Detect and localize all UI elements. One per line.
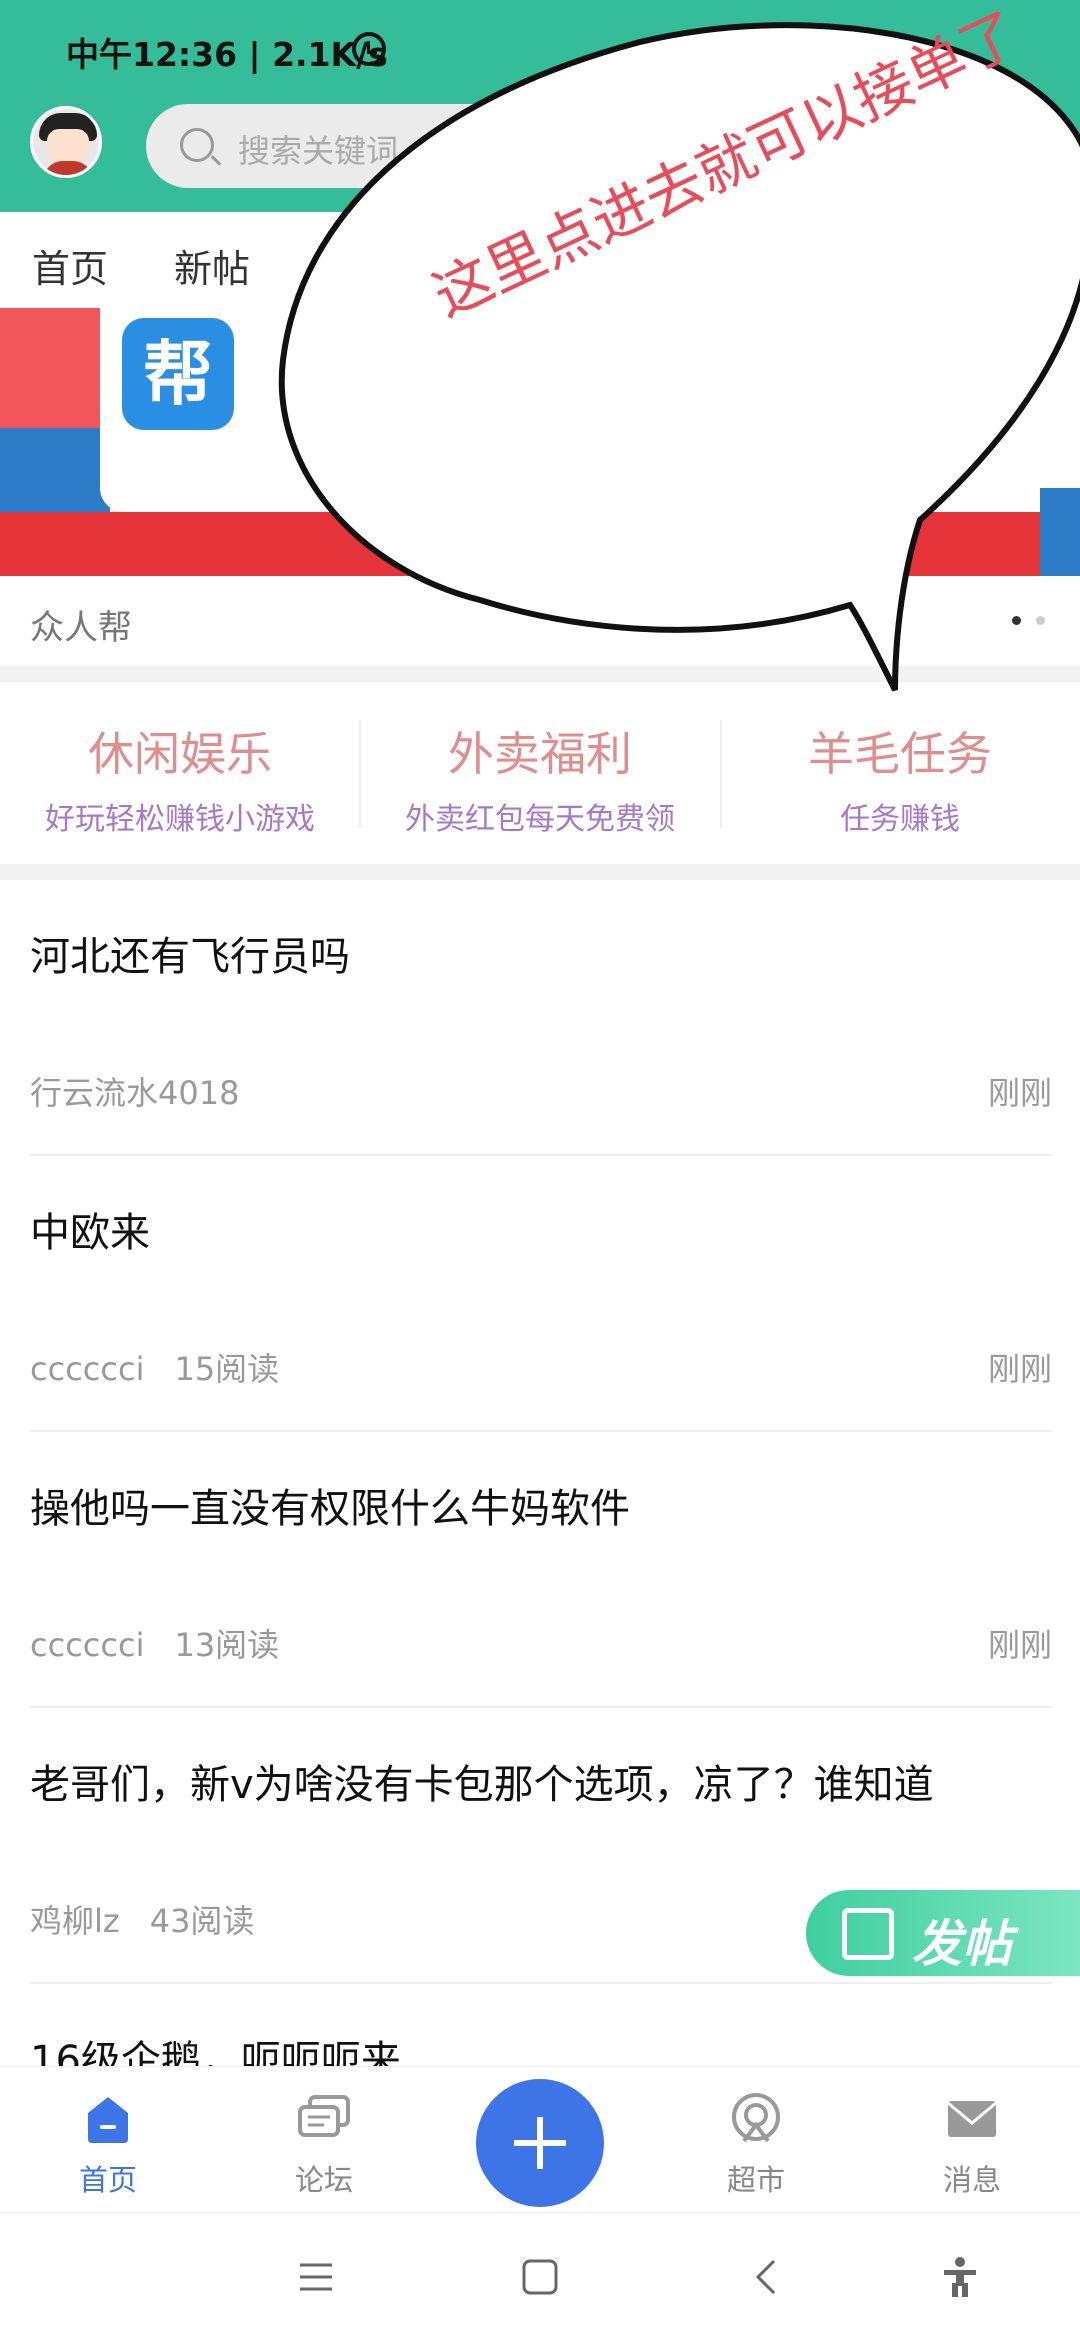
post-time: 刚刚 — [987, 1350, 1052, 1388]
search-icon — [180, 128, 214, 162]
tab-partial[interactable]: 下 — [318, 238, 356, 293]
menu-icon[interactable] — [292, 2253, 340, 2301]
app-logo: 帮 — [122, 318, 234, 430]
list-item[interactable]: 中欧来 cccccci 15阅读 刚刚 — [30, 1156, 1052, 1432]
post-author: 行云流水4018 — [30, 1074, 240, 1112]
nav-label: 消息 — [942, 2163, 1001, 2197]
post-time: 刚刚 — [987, 1074, 1052, 1112]
avatar[interactable] — [30, 106, 102, 178]
system-nav-bar — [0, 2212, 1080, 2340]
category-tasks[interactable]: 羊毛任务 任务赚钱 — [720, 682, 1080, 864]
list-item[interactable]: 16级企鹅，呃呃呃来 — [30, 1984, 1052, 2070]
category-title: 羊毛任务 — [808, 727, 992, 781]
back-icon[interactable] — [744, 2253, 792, 2301]
add-button[interactable] — [476, 2079, 604, 2207]
banner-caption-bar: 众人帮 — [0, 576, 1080, 666]
home-icon — [88, 2097, 128, 2143]
nav-label: 超市 — [726, 2163, 785, 2197]
post-time: 刚刚 — [987, 1626, 1052, 1664]
category-subtitle: 任务赚钱 — [840, 802, 960, 837]
post-reads: 15阅读 — [174, 1350, 280, 1388]
post-title: 操他吗一直没有权限什么牛妈软件 — [30, 1486, 630, 1532]
market-icon — [732, 2093, 780, 2143]
nav-home[interactable]: 首页 — [0, 2067, 216, 2213]
tab-new-posts[interactable]: 新帖 — [174, 238, 250, 293]
banner-carousel[interactable]: 帮 — [0, 308, 1080, 576]
nav-messages[interactable]: 消息 — [864, 2067, 1080, 2213]
accessibility-icon[interactable] — [936, 2253, 984, 2301]
post-reads: 13阅读 — [174, 1626, 280, 1664]
category-row: 休闲娱乐 好玩轻松赚钱小游戏 外卖福利 外卖红包每天免费领 羊毛任务 任务赚钱 — [0, 682, 1080, 864]
edit-icon — [842, 1908, 894, 1960]
category-subtitle: 好玩轻松赚钱小游戏 — [45, 802, 315, 837]
alarm-icon — [352, 32, 386, 66]
nav-market[interactable]: 超市 — [648, 2067, 864, 2213]
post-reads: 43阅读 — [149, 1902, 255, 1940]
add-icon — [514, 2117, 566, 2169]
network-indicator: HD — [760, 28, 787, 47]
category-leisure[interactable]: 休闲娱乐 好玩轻松赚钱小游戏 — [0, 682, 360, 864]
home-button-icon[interactable] — [516, 2253, 564, 2301]
carousel-dot-active — [1012, 616, 1021, 625]
category-subtitle: 外卖红包每天免费领 — [405, 802, 675, 837]
post-title: 老哥们，新v为啥没有卡包那个选项，凉了？谁知道 — [30, 1762, 934, 1808]
category-takeout[interactable]: 外卖福利 外卖红包每天免费领 — [360, 682, 720, 864]
message-icon — [947, 2101, 997, 2137]
search-input[interactable]: 搜索关键词 — [238, 126, 398, 172]
carousel-dot — [1036, 616, 1045, 625]
tab-home[interactable]: 首页 — [32, 238, 108, 293]
status-time: 中午12:36 | 2.1K/s — [66, 35, 388, 74]
bottom-nav: 首页 论坛 超市 消息 — [0, 2066, 1080, 2212]
list-item[interactable]: 河北还有飞行员吗 行云流水4018 刚刚 — [30, 880, 1052, 1156]
post-title: 16级企鹅，呃呃呃来 — [30, 2038, 401, 2070]
post-author: 鸡柳lz — [30, 1902, 120, 1940]
nav-forum[interactable]: 论坛 — [216, 2067, 432, 2213]
new-post-button[interactable]: 发帖 — [806, 1890, 1080, 1976]
post-author: cccccci — [30, 1626, 145, 1664]
post-title: 河北还有飞行员吗 — [30, 934, 350, 980]
banner-caption: 众人帮 — [30, 608, 132, 648]
nav-label: 论坛 — [294, 2163, 353, 2197]
forum-icon — [298, 2095, 350, 2137]
nav-label: 首页 — [78, 2163, 137, 2197]
category-title: 外卖福利 — [448, 727, 632, 781]
new-post-label: 发帖 — [912, 1915, 1012, 1973]
list-item[interactable]: 操他吗一直没有权限什么牛妈软件 cccccci 13阅读 刚刚 — [30, 1432, 1052, 1708]
post-title: 中欧来 — [30, 1210, 150, 1256]
post-author: cccccci — [30, 1350, 145, 1388]
category-title: 休闲娱乐 — [88, 727, 272, 781]
